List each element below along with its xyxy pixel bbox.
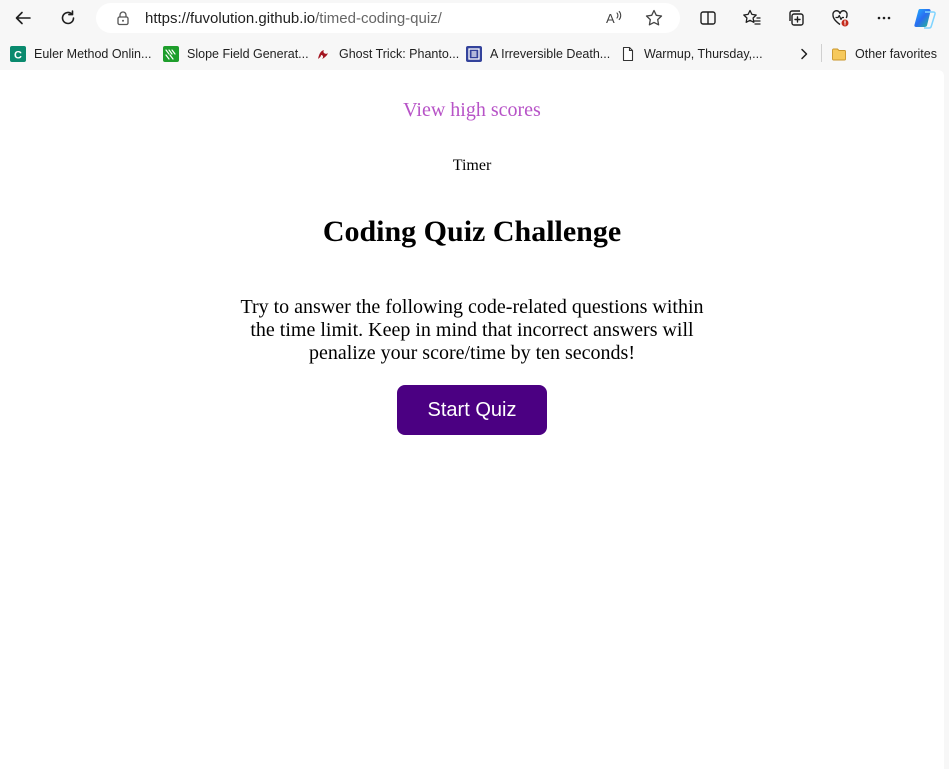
copilot-button[interactable]	[911, 4, 939, 32]
more-icon	[877, 16, 891, 20]
other-favorites-label: Other favorites	[855, 47, 937, 61]
page-icon	[620, 46, 636, 62]
collections-button[interactable]	[782, 4, 810, 32]
back-button[interactable]	[9, 4, 37, 32]
calculator-icon: C	[10, 46, 26, 62]
url-text[interactable]: https://fuvolution.github.io/timed-codin…	[145, 10, 442, 27]
browser-essentials-icon	[832, 10, 849, 27]
back-icon	[15, 11, 31, 25]
bookmark-label: Euler Method Onlin...	[34, 47, 152, 61]
chevron-right-icon	[796, 46, 812, 62]
favorite-star-icon[interactable]	[644, 8, 664, 28]
read-aloud-icon[interactable]: A	[604, 8, 624, 28]
bookmark-slope-field[interactable]: Slope Field Generat...	[163, 43, 309, 65]
bookmarks-divider	[821, 44, 822, 62]
start-quiz-button[interactable]: Start Quiz	[397, 385, 547, 435]
geogebra-icon	[163, 46, 179, 62]
page-viewport: View high scores Timer Coding Quiz Chall…	[0, 70, 944, 769]
page-title: Coding Quiz Challenge	[322, 215, 622, 248]
quiz-instructions: Try to answer the following code-related…	[240, 296, 704, 364]
bookmarks-overflow-button[interactable]	[796, 43, 820, 65]
bookmark-ghost-trick[interactable]: Ghost Trick: Phanto...	[315, 43, 459, 65]
bookmark-label: Ghost Trick: Phanto...	[339, 47, 460, 61]
refresh-icon	[61, 10, 75, 25]
lock-icon[interactable]	[114, 9, 132, 27]
bookmark-warmup[interactable]: Warmup, Thursday,...	[620, 43, 763, 65]
timer: Timer	[452, 157, 492, 174]
split-screen-icon	[700, 11, 716, 25]
svg-text:A: A	[606, 11, 615, 26]
svg-text:C: C	[14, 50, 22, 62]
other-favorites[interactable]: Other favorites	[831, 43, 937, 65]
bookmarks-bar: C Euler Method Onlin... Slope Field Gene…	[0, 40, 949, 68]
address-bar[interactable]: https://fuvolution.github.io/timed-codin…	[96, 3, 680, 33]
folder-icon	[831, 46, 847, 62]
ghost-trick-icon	[315, 46, 331, 62]
bookmark-label: Slope Field Generat...	[187, 47, 309, 61]
split-screen-button[interactable]	[694, 4, 722, 32]
browser-essentials-button[interactable]	[826, 4, 854, 32]
more-button[interactable]	[870, 4, 898, 32]
quiz-page: View high scores Timer Coding Quiz Chall…	[0, 70, 944, 769]
bookmark-euler-method[interactable]: C Euler Method Onlin...	[10, 43, 151, 65]
copilot-icon	[914, 9, 936, 29]
browser-toolbar: https://fuvolution.github.io/timed-codin…	[0, 0, 949, 36]
refresh-button[interactable]	[54, 4, 82, 32]
bookmark-label: A Irreversible Death...	[490, 47, 611, 61]
window-edge	[944, 70, 949, 769]
url-path: /timed-coding-quiz/	[315, 10, 442, 27]
favorites-button[interactable]	[738, 4, 766, 32]
bookmark-irreversible-death[interactable]: A Irreversible Death...	[466, 43, 610, 65]
collections-icon	[789, 10, 804, 26]
bookmark-label: Warmup, Thursday,...	[644, 47, 763, 61]
favorites-icon	[743, 9, 761, 25]
archive-icon	[466, 46, 482, 62]
url-host: https://fuvolution.github.io	[145, 10, 316, 27]
view-high-scores-link[interactable]: View high scores	[0, 99, 944, 122]
